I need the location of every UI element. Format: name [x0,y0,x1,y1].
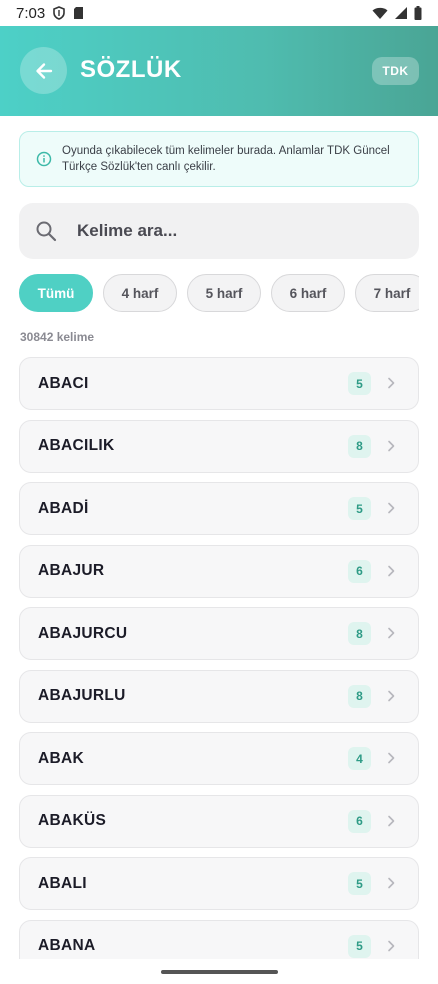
sim-card-icon [74,7,84,19]
status-right [372,6,422,20]
filter-chip-4[interactable]: 4 harf [103,274,177,312]
info-icon [36,151,52,167]
filter-chip-7[interactable]: 7 harf [355,274,419,312]
wifi-icon [372,7,388,19]
word-text: ABAKÜS [38,812,107,829]
word-list-item[interactable]: ABANA 5 [19,919,419,959]
word-list-item[interactable]: ABAKÜS 6 [19,794,419,848]
word-list-item[interactable]: ABAK 4 [19,732,419,785]
length-filter-row: Tümü 4 harf 5 harf 6 harf 7 harf [19,274,419,314]
chevron-right-icon [388,815,395,826]
chevron-right-icon [388,565,395,576]
word-list-item[interactable]: ABACI 5 [19,357,419,410]
chevron-right-icon [388,440,395,451]
word-text: ABACI [38,374,89,392]
word-text: ABAJURLU [38,687,126,704]
length-badge: 6 [348,559,371,583]
length-badge: 8 [348,684,371,708]
length-badge: 8 [348,622,371,645]
length-badge: 8 [348,434,371,458]
info-banner: Oyunda çıkabilecek tüm kelimeler burada.… [19,131,419,187]
chevron-right-icon [388,690,395,701]
word-text: ABAK [38,749,84,767]
length-badge: 5 [348,497,371,520]
search-input[interactable] [77,221,377,241]
word-list-item[interactable]: ABALI 5 [19,857,419,910]
info-text: Oyunda çıkabilecek tüm kelimeler burada.… [62,145,390,173]
chevron-right-icon [388,502,395,514]
shield-status-icon [53,6,66,20]
tdk-badge[interactable]: TDK [372,57,419,85]
filter-chip-6[interactable]: 6 harf [271,274,345,312]
page-title: SÖZLÜK [80,56,182,83]
app-header: SÖZLÜK TDK [0,26,438,116]
chevron-right-icon [388,940,395,951]
word-count: 30842 kelime [20,330,95,344]
length-badge: 6 [348,809,371,833]
signal-icon [395,7,407,19]
length-badge: 5 [348,934,371,958]
filter-chip-all[interactable]: Tümü [19,274,93,312]
arrow-left-icon [35,62,52,79]
status-bar: 7:03 [0,0,438,26]
chevron-right-icon [388,627,395,639]
length-badge: 5 [348,872,371,895]
status-left: 7:03 [16,5,84,22]
word-list: ABACI 5 ABACILIK 8 ABADİ 5 ABAJUR 6 ABAJ… [19,357,419,959]
word-list-item[interactable]: ABAJURLU 8 [19,669,419,723]
word-text: ABALI [38,874,87,892]
search-bar[interactable] [19,203,419,259]
word-list-item[interactable]: ABADİ 5 [19,482,419,535]
length-badge: 5 [348,372,371,395]
word-text: ABADİ [38,499,89,517]
word-text: ABAJUR [38,562,105,579]
chevron-right-icon [388,377,395,389]
search-icon [36,221,57,242]
word-list-item[interactable]: ABAJUR 6 [19,544,419,598]
filter-chip-5[interactable]: 5 harf [187,274,261,312]
back-button[interactable] [20,47,67,94]
status-time: 7:03 [16,4,46,22]
chevron-right-icon [388,752,395,764]
word-list-item[interactable]: ABAJURCU 8 [19,607,419,660]
home-indicator[interactable] [161,970,278,974]
chevron-right-icon [388,877,395,889]
word-text: ABAJURCU [38,624,128,642]
word-list-item[interactable]: ABACILIK 8 [19,419,419,473]
word-text: ABANA [38,937,96,954]
word-text: ABACILIK [38,437,115,454]
battery-icon [414,6,422,20]
length-badge: 4 [348,747,371,770]
